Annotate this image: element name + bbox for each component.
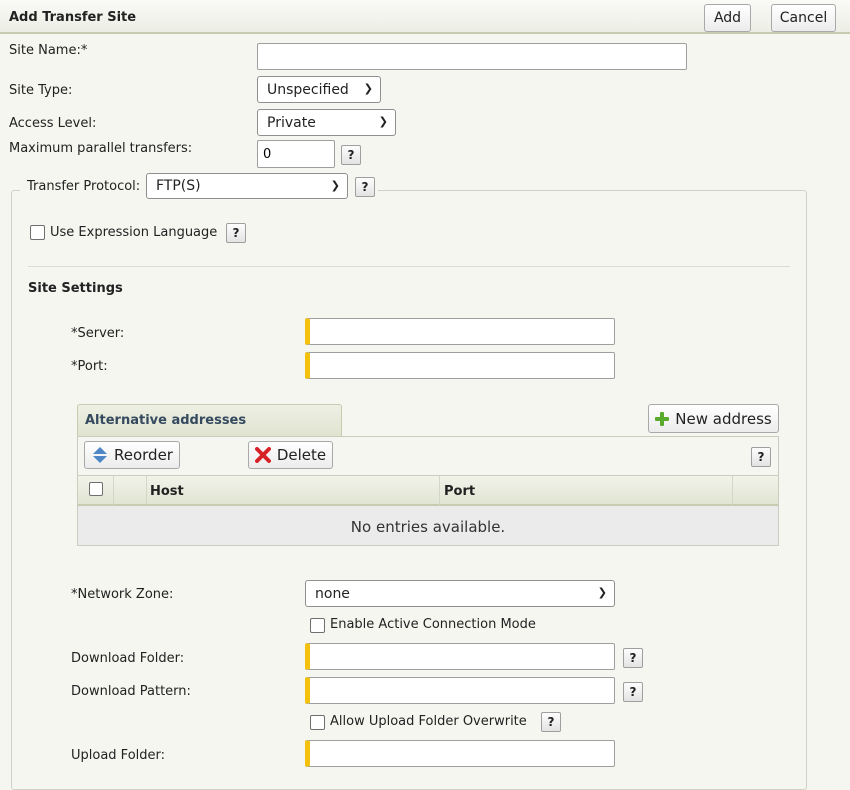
download-folder-label: Download Folder:: [71, 651, 185, 666]
chevron-down-icon: ❯: [378, 115, 388, 128]
dialog-title: Add Transfer Site: [9, 10, 137, 25]
network-zone-select[interactable]: none ❯: [305, 580, 615, 607]
access-level-value: Private: [267, 114, 316, 131]
reorder-icon: [93, 447, 107, 463]
grid-body: No entries available.: [78, 506, 778, 545]
alt-addresses-help-button[interactable]: ?: [751, 447, 771, 467]
port-label: *Port:: [71, 359, 108, 374]
download-pattern-label: Download Pattern:: [71, 684, 191, 699]
site-name-label: Site Name:*: [9, 43, 88, 58]
upload-overwrite-checkbox[interactable]: [310, 715, 325, 730]
chevron-down-icon: ❯: [330, 179, 340, 192]
download-pattern-help-button[interactable]: ?: [623, 682, 643, 702]
active-mode-label: Enable Active Connection Mode: [330, 617, 536, 632]
new-address-button[interactable]: New address: [648, 404, 779, 433]
delete-icon: [254, 447, 271, 463]
reorder-label: Reorder: [114, 446, 173, 464]
chevron-down-icon: ❯: [363, 82, 373, 95]
add-button[interactable]: Add: [704, 4, 751, 32]
max-parallel-label: Maximum parallel transfers:: [9, 141, 193, 156]
site-type-label: Site Type:: [9, 83, 73, 98]
download-folder-help-button[interactable]: ?: [623, 648, 643, 668]
alt-addresses-tab: Alternative addresses: [77, 404, 342, 437]
column-header-port[interactable]: Port: [444, 484, 475, 499]
upload-folder-input[interactable]: [305, 740, 615, 767]
expression-language-help-button[interactable]: ?: [226, 223, 246, 243]
download-folder-input[interactable]: [305, 643, 615, 670]
port-input[interactable]: [305, 352, 615, 379]
new-address-label: New address: [675, 409, 772, 428]
max-parallel-input[interactable]: [257, 140, 335, 168]
network-zone-label: *Network Zone:: [71, 587, 174, 602]
server-label: *Server:: [71, 326, 125, 341]
active-mode-checkbox[interactable]: [310, 618, 325, 633]
site-name-input[interactable]: [257, 43, 687, 70]
expression-language-label: Use Expression Language: [50, 225, 218, 240]
site-settings-heading: Site Settings: [28, 281, 123, 296]
column-separator: [439, 476, 440, 505]
grid-header: Host Port: [78, 475, 778, 506]
delete-label: Delete: [276, 446, 327, 464]
alt-addresses-grid: Reorder Delete ? Host Port No entries av…: [77, 436, 779, 546]
divider: [28, 266, 790, 267]
empty-message: No entries available.: [350, 518, 506, 536]
network-zone-value: none: [315, 585, 350, 602]
delete-button[interactable]: Delete: [248, 441, 333, 469]
protocol-value: FTP(S): [156, 178, 201, 194]
expression-language-checkbox[interactable]: [30, 225, 45, 240]
protocol-select[interactable]: FTP(S) ❯: [146, 173, 348, 199]
dialog-titlebar: Add Transfer Site Add Cancel: [0, 0, 850, 34]
reorder-button[interactable]: Reorder: [84, 441, 180, 469]
upload-overwrite-label: Allow Upload Folder Overwrite: [330, 714, 527, 729]
column-separator: [113, 476, 114, 505]
column-header-host[interactable]: Host: [150, 484, 184, 499]
site-type-value: Unspecified: [267, 81, 349, 98]
access-level-select[interactable]: Private ❯: [257, 109, 396, 136]
download-pattern-input[interactable]: [305, 677, 615, 704]
column-separator: [732, 476, 733, 505]
upload-overwrite-help-button[interactable]: ?: [541, 712, 561, 732]
chevron-down-icon: ❯: [597, 586, 607, 599]
column-separator: [146, 476, 147, 505]
protocol-label: Transfer Protocol:: [27, 179, 141, 194]
server-input[interactable]: [305, 318, 615, 345]
alt-addresses-title: Alternative addresses: [85, 413, 247, 428]
upload-folder-label: Upload Folder:: [71, 748, 166, 763]
cancel-button[interactable]: Cancel: [771, 4, 836, 32]
plus-icon: [655, 411, 670, 426]
protocol-help-button[interactable]: ?: [355, 177, 375, 197]
access-level-label: Access Level:: [9, 116, 97, 131]
site-type-select[interactable]: Unspecified ❯: [257, 76, 381, 103]
max-parallel-help-button[interactable]: ?: [341, 145, 361, 165]
select-all-checkbox[interactable]: [89, 482, 103, 496]
